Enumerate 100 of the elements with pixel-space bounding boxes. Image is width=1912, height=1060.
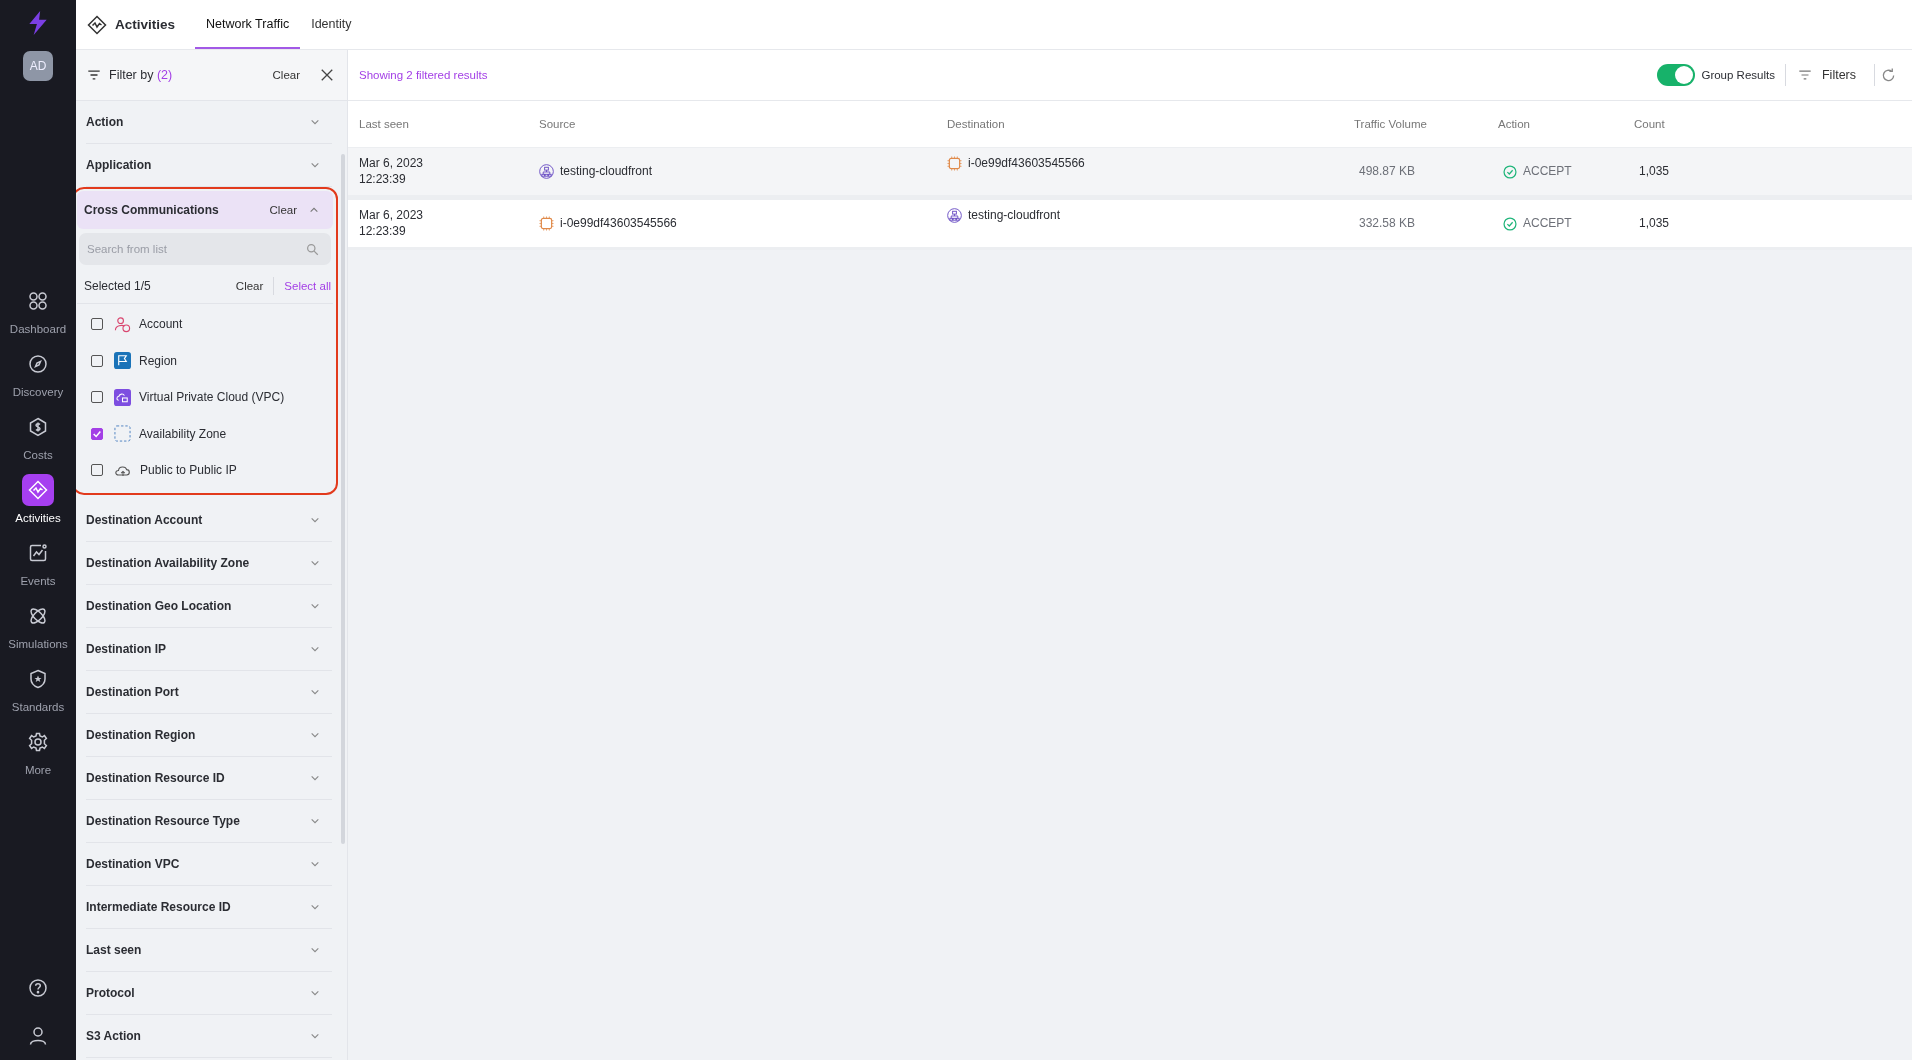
section-title: Intermediate Resource ID — [86, 899, 231, 914]
cloud-lock-icon — [114, 388, 131, 406]
user-icon[interactable] — [28, 1026, 48, 1046]
section-header[interactable]: Action — [86, 101, 332, 144]
checkbox[interactable] — [91, 391, 103, 404]
option-label: Virtual Private Cloud (VPC) — [139, 390, 285, 405]
column-header: Last seen — [359, 118, 410, 130]
toggle-switch[interactable] — [1657, 64, 1696, 86]
section-header[interactable]: Cross Communications Clear — [77, 191, 333, 229]
section-header[interactable]: Destination Geo Location — [86, 584, 332, 628]
search-field[interactable]: Search from list — [79, 233, 331, 265]
section-header[interactable]: Protocol — [86, 971, 332, 1015]
clear-selection-button[interactable]: Clear — [235, 280, 264, 292]
section-title: Destination Resource ID — [86, 770, 225, 785]
section-header[interactable]: Destination VPC — [86, 842, 332, 886]
resource-name[interactable]: i-0e99df43603545566 — [968, 156, 1085, 172]
table-cell-text: 1,035 — [1638, 215, 1671, 232]
column-header: Source — [539, 118, 577, 130]
action-status: ACCEPT — [1523, 163, 1572, 180]
resource-name[interactable]: testing-cloudfront — [560, 163, 653, 180]
section-header[interactable]: Destination IP — [86, 627, 332, 671]
table-cell-text: 1,035 — [1638, 163, 1671, 180]
compass-icon — [28, 354, 48, 374]
nav-item[interactable]: Activities — [3, 474, 73, 524]
section-header[interactable]: Destination Region — [86, 713, 332, 757]
filter-icon — [87, 68, 101, 82]
section-title: Destination Resource Type — [86, 813, 240, 828]
chart-icon — [28, 543, 48, 563]
select-all-button[interactable]: Select all — [284, 280, 331, 292]
option-label: Availability Zone — [139, 426, 227, 441]
action-status: ACCEPT — [1523, 215, 1572, 232]
table-cell-text: Mar 6, 2023 12:23:39 — [359, 207, 425, 240]
activity-icon — [28, 480, 48, 500]
flag-icon — [114, 352, 131, 370]
section-header[interactable]: S3 Action — [86, 1014, 332, 1058]
section-title: Action — [86, 115, 124, 129]
section-title: Destination Account — [86, 512, 203, 527]
section-header[interactable]: Destination Account — [86, 498, 332, 542]
section-header[interactable]: Application — [86, 144, 332, 187]
section-header[interactable]: Destination Port — [86, 670, 332, 714]
section-title: S3 Action — [86, 1028, 141, 1043]
resource-name[interactable]: i-0e99df43603545566 — [560, 215, 677, 232]
nav-item[interactable]: Dashboard — [3, 285, 73, 335]
network-icon — [947, 208, 962, 224]
section-title: Destination VPC — [86, 856, 180, 871]
grid-icon — [28, 291, 48, 311]
help-icon[interactable] — [28, 978, 48, 998]
nav-item[interactable]: Discovery — [3, 348, 73, 398]
refresh-icon[interactable] — [1881, 67, 1896, 83]
nav-item[interactable]: More — [3, 726, 73, 776]
toggle-label: Group Results — [1701, 69, 1775, 81]
section-title: Cross Communications — [84, 203, 220, 217]
checkbox[interactable] — [91, 318, 103, 331]
nav-item[interactable]: Events — [3, 537, 73, 587]
table-cell-text: 498.87 KB — [1358, 163, 1417, 180]
nav-item[interactable]: Simulations — [3, 600, 73, 650]
filter-title: Filter by (2) — [109, 68, 174, 82]
page-title: Activities — [115, 17, 176, 32]
resource-name[interactable]: testing-cloudfront — [968, 208, 1061, 224]
section-header[interactable]: Last seen — [86, 928, 332, 972]
atom-icon — [28, 606, 48, 626]
clear-filters-button[interactable]: Clear — [272, 69, 300, 81]
filters-button[interactable]: Filters — [1791, 68, 1868, 82]
table-cell-text: 332.58 KB — [1358, 215, 1417, 232]
column-header: Destination — [947, 118, 1006, 130]
section-title: Destination Region — [86, 727, 196, 742]
column-header: Action — [1498, 118, 1531, 130]
option-label: Public to Public IP — [140, 463, 237, 478]
section-title: Destination Port — [86, 684, 179, 699]
option-label: Region — [139, 353, 178, 368]
results-summary: Showing 2 filtered results — [359, 69, 488, 81]
section-header[interactable]: Destination Resource Type — [86, 799, 332, 843]
nav-item[interactable]: Costs — [3, 411, 73, 461]
table-cell-text: Mar 6, 2023 12:23:39 — [359, 155, 425, 188]
network-icon — [539, 164, 554, 179]
tab[interactable]: Identity — [300, 0, 363, 49]
section-header[interactable]: Destination Availability Zone — [86, 541, 332, 585]
chip-icon — [947, 156, 962, 172]
filter-icon — [1797, 68, 1812, 82]
checkbox[interactable] — [91, 354, 103, 367]
nav-item[interactable]: Standards — [3, 663, 73, 713]
section-title: Destination IP — [86, 641, 166, 656]
dashed-square-icon — [114, 425, 131, 443]
check-circle-icon — [1503, 164, 1517, 179]
close-icon[interactable] — [320, 68, 334, 82]
chevron-up-icon[interactable] — [309, 205, 319, 215]
selection-count: Selected 1/5 — [84, 279, 152, 293]
checkbox[interactable] — [91, 464, 103, 477]
users-icon — [114, 315, 131, 333]
clear-section-button[interactable]: Clear — [269, 204, 297, 216]
section-header[interactable]: Destination Resource ID — [86, 756, 332, 800]
shield-star-icon — [28, 669, 48, 689]
section-header[interactable]: Intermediate Resource ID — [86, 885, 332, 929]
settings-icon — [28, 732, 48, 752]
section-title: Destination Availability Zone — [86, 555, 250, 570]
section-title: Last seen — [86, 942, 142, 957]
search-icon — [306, 243, 319, 256]
dollar-icon — [28, 417, 48, 437]
checkbox[interactable] — [91, 427, 103, 440]
activity-icon — [87, 14, 107, 35]
